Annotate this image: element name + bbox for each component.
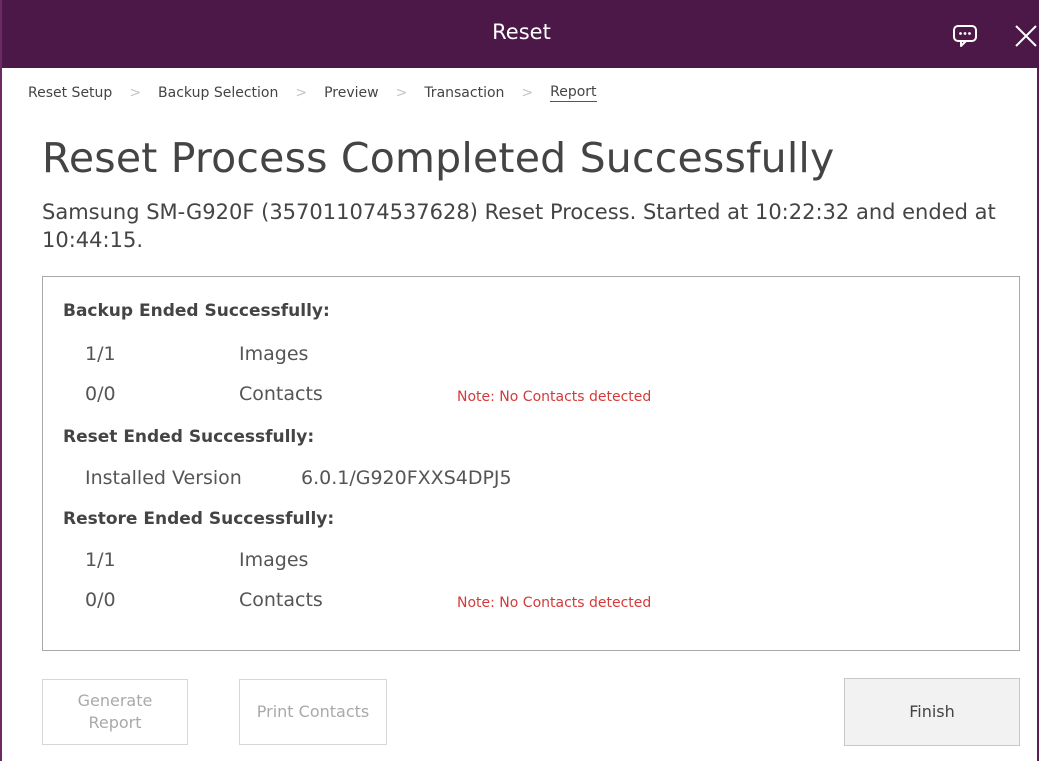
restore-contacts-label: Contacts	[239, 589, 323, 611]
installed-version-label: Installed Version	[85, 467, 242, 489]
chevron-right-icon: >	[395, 85, 408, 101]
title-bar: Reset	[2, 0, 1039, 68]
generate-report-button[interactable]: Generate Report	[42, 679, 188, 745]
page-title: Reset Process Completed Successfully	[42, 134, 835, 182]
breadcrumb-item-preview[interactable]: Preview	[324, 85, 379, 101]
breadcrumb: Reset Setup > Backup Selection > Preview…	[28, 82, 597, 104]
breadcrumb-item-backup-selection[interactable]: Backup Selection	[158, 85, 278, 101]
breadcrumb-item-reset-setup[interactable]: Reset Setup	[28, 85, 112, 101]
restore-images-count: 1/1	[85, 549, 116, 571]
backup-contacts-count: 0/0	[85, 383, 116, 405]
chevron-right-icon: >	[129, 85, 142, 101]
backup-contacts-note: Note: No Contacts detected	[457, 389, 652, 405]
backup-images-count: 1/1	[85, 343, 116, 365]
finish-button[interactable]: Finish	[844, 678, 1020, 746]
process-summary: Samsung SM-G920F (357011074537628) Reset…	[42, 200, 996, 252]
close-icon[interactable]	[1012, 22, 1039, 50]
restore-images-label: Images	[239, 549, 309, 571]
backup-contacts-label: Contacts	[239, 383, 323, 405]
chevron-right-icon: >	[521, 85, 534, 101]
window-title: Reset	[492, 20, 551, 44]
breadcrumb-item-transaction[interactable]: Transaction	[424, 85, 504, 101]
reset-heading: Reset Ended Successfully:	[63, 427, 315, 447]
feedback-icon[interactable]	[952, 24, 978, 48]
installed-version-value: 6.0.1/G920FXXS4DPJ5	[301, 467, 512, 489]
print-contacts-button[interactable]: Print Contacts	[239, 679, 387, 745]
breadcrumb-item-report[interactable]: Report	[550, 84, 597, 102]
backup-images-label: Images	[239, 343, 309, 365]
report-panel: Backup Ended Successfully: 1/1 Images 0/…	[42, 276, 1020, 651]
backup-heading: Backup Ended Successfully:	[63, 301, 330, 321]
chevron-right-icon: >	[295, 85, 308, 101]
reset-window: Reset Reset Setup > Backup Selection > P…	[0, 0, 1039, 761]
restore-contacts-count: 0/0	[85, 589, 116, 611]
restore-contacts-note: Note: No Contacts detected	[457, 595, 652, 611]
restore-heading: Restore Ended Successfully:	[63, 509, 335, 529]
